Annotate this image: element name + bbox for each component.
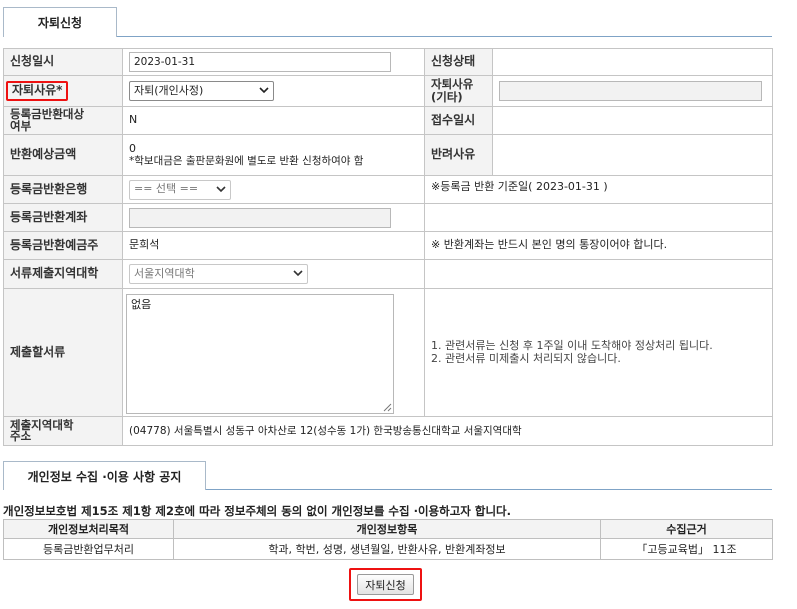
refund-amount-label: 반환예상금액 (3, 134, 123, 176)
refund-amount-value: 0 (129, 141, 136, 155)
reason-etc-label: 자퇴사유 (기타) (424, 75, 493, 107)
header-purpose: 개인정보처리목적 (3, 518, 174, 540)
bank-note: ※등록금 반환 기준일( 2023-01-31 ) (424, 175, 773, 204)
refund-target-value: N (122, 106, 425, 135)
region-cell: 서울지역대학 (122, 259, 425, 289)
refund-target-label: 등록금반환대상 여부 (3, 106, 123, 135)
region-select[interactable]: 서울지역대학 (129, 264, 308, 284)
tab-divider (117, 36, 772, 37)
holder-label: 등록금반환예금주 (3, 231, 123, 260)
apply-date-label: 신청일시 (3, 48, 123, 76)
bank-select[interactable]: == 선택 == (129, 179, 231, 200)
status-label: 신청상태 (424, 48, 493, 76)
docs-label: 제출할서류 (3, 288, 123, 417)
row-basis: 「고등교육법」 11조 (600, 538, 773, 560)
account-label: 등록금반환계좌 (3, 203, 123, 232)
withdrawal-submit-button[interactable]: 자퇴신청 (357, 574, 414, 595)
holder-value: 문희석 (122, 231, 425, 260)
apply-date-cell: 2023-01-31 (122, 48, 425, 76)
receipt-date-value (492, 106, 773, 135)
docs-notes: 1. 관련서류는 신청 후 1주일 이내 도착해야 정상처리 됩니다. 2. 관… (424, 288, 773, 417)
address-value: (04778) 서울특별시 성동구 아차산로 12(성수동 1가) 한국방송통신… (122, 416, 773, 446)
row-items: 학과, 학번, 성명, 생년월일, 반환사유, 반환계좌정보 (173, 538, 601, 560)
bank-label: 등록금반환은행 (3, 175, 123, 204)
reason-cell: 자퇴(개인사정) (122, 75, 425, 107)
reason-label: 자퇴사유* (6, 81, 69, 101)
resize-grip-icon[interactable] (383, 403, 392, 412)
tab-label: 자퇴신청 (37, 16, 83, 30)
reason-etc-field[interactable] (499, 81, 762, 101)
account-cell (122, 203, 425, 232)
reason-select[interactable]: 자퇴(개인사정) (129, 81, 274, 101)
chevron-down-icon (293, 270, 303, 277)
privacy-table: 개인정보처리목적 개인정보항목 수집근거 등록금반환업무처리 학과, 학번, 성… (3, 518, 773, 560)
chevron-down-icon (216, 185, 226, 192)
refund-amount-cell: 0 *학보대금은 출판문화원에 별도로 반환 신청하여야 함 (122, 134, 425, 176)
holder-note: ※ 반환계좌는 반드시 본인 명의 통장이어야 합니다. (424, 231, 773, 260)
chevron-down-icon (259, 87, 269, 94)
header-items: 개인정보항목 (173, 518, 601, 540)
tab-privacy-notice[interactable]: 개인정보 수집 ·이용 사항 공지 (3, 461, 206, 490)
reason-label-cell: 자퇴사유* (3, 75, 123, 107)
address-label: 제출지역대학 주소 (3, 416, 123, 446)
docs-note-1: 1. 관련서류는 신청 후 1주일 이내 도착해야 정상처리 됩니다. (431, 338, 713, 352)
account-note (424, 203, 773, 232)
status-value (492, 48, 773, 76)
privacy-tab-divider (206, 489, 772, 490)
table-row: 등록금반환업무처리 학과, 학번, 성명, 생년월일, 반환사유, 반환계좌정보… (3, 538, 773, 560)
region-label: 서류제출지역대학 (3, 259, 123, 289)
docs-cell: 없음 (122, 288, 425, 417)
privacy-table-header: 개인정보처리목적 개인정보항목 수집근거 (3, 518, 773, 540)
account-field[interactable] (129, 207, 391, 228)
docs-textarea[interactable]: 없음 (126, 294, 394, 414)
row-purpose: 등록금반환업무처리 (3, 538, 174, 560)
receipt-date-label: 접수일시 (424, 106, 493, 135)
header-basis: 수집근거 (600, 518, 773, 540)
reason-etc-cell (492, 75, 773, 107)
refund-amount-note: *학보대금은 출판문화원에 별도로 반환 신청하여야 함 (129, 155, 364, 168)
privacy-notice-text: 개인정보보호법 제15조 제1항 제2호에 따라 정보주체의 동의 없이 개인정… (3, 504, 511, 518)
bank-cell: == 선택 == (122, 175, 425, 204)
tab-withdrawal-application[interactable]: 자퇴신청 (3, 7, 117, 37)
docs-note-2: 2. 관련서류 미제출시 처리되지 않습니다. (431, 351, 621, 365)
reject-reason-label: 반려사유 (424, 134, 493, 176)
reject-reason-value (492, 134, 773, 176)
apply-date-field[interactable]: 2023-01-31 (129, 52, 391, 72)
region-note (424, 259, 773, 289)
